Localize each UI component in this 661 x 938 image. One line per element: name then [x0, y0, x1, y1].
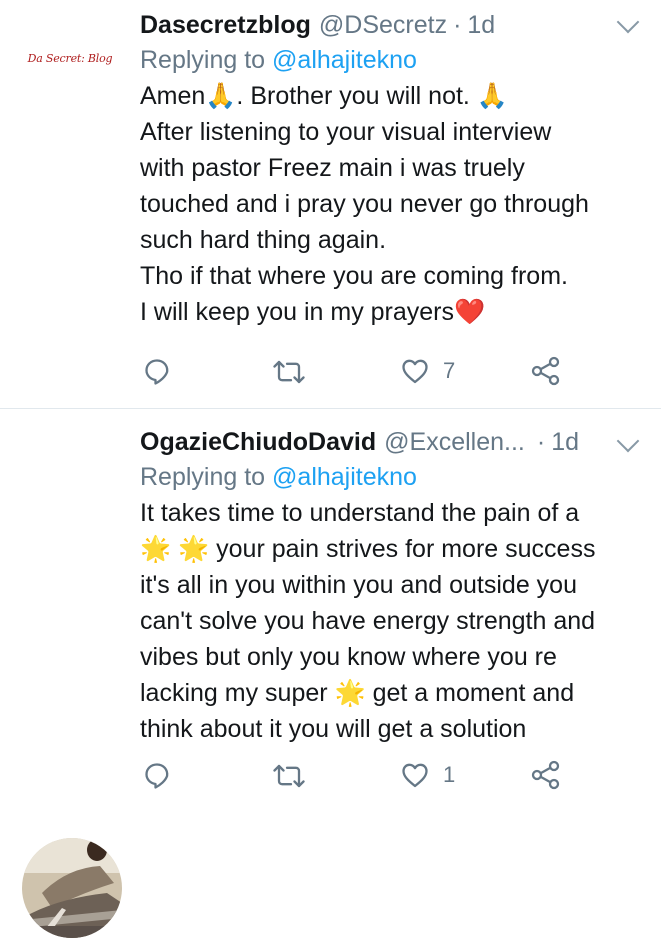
- tweet-line: can't solve you have energy strength and: [140, 607, 596, 635]
- tweet-line: with pastor Freez main i was truely: [140, 154, 525, 182]
- replying-to: Replying to @alhajitekno: [140, 459, 645, 495]
- retweet-icon: [273, 764, 305, 788]
- share-icon: [531, 356, 560, 386]
- author-handle[interactable]: @DSecretz: [319, 8, 447, 42]
- author-handle[interactable]: @Excellen...: [384, 425, 525, 459]
- like-button[interactable]: 7: [401, 358, 455, 384]
- avatar-dasecretzblog[interactable]: Da Secret: Blog: [20, 10, 120, 110]
- replying-to-label: Replying to: [140, 463, 266, 491]
- tweet-line: vibes but only you know where you re: [140, 643, 557, 671]
- tweet-line: such hard thing again.: [140, 226, 387, 254]
- tweet-1[interactable]: Da Secret: Blog Dasecretzblog @DSecretz …: [0, 0, 661, 409]
- replying-to-handle[interactable]: @alhajitekno: [272, 46, 417, 74]
- retweet-icon: [273, 360, 305, 384]
- tweet-content: Dasecretzblog @DSecretz · 1d Replying to…: [140, 8, 645, 330]
- tweet-header: Dasecretzblog @DSecretz · 1d: [140, 8, 645, 42]
- like-icon: [402, 763, 428, 788]
- tweet-line: think about it you will get a solution: [140, 715, 527, 743]
- like-count: 7: [443, 358, 456, 383]
- like-button[interactable]: 1: [401, 762, 455, 788]
- replying-to-handle[interactable]: @alhajitekno: [272, 463, 417, 491]
- tweet-text: It takes time to understand the pain of …: [140, 495, 645, 747]
- replying-to: Replying to @alhajitekno: [140, 42, 645, 78]
- timestamp[interactable]: 1d: [467, 8, 495, 42]
- retweet-button[interactable]: [273, 359, 305, 385]
- like-icon: [402, 359, 428, 384]
- tweet-line: it's all in you within you and outside y…: [140, 571, 577, 599]
- reply-icon: [145, 763, 169, 789]
- share-button[interactable]: [531, 356, 561, 386]
- avatar-ogaziechiudodavid[interactable]: [22, 838, 122, 938]
- separator-dot: ·: [536, 428, 546, 456]
- reply-button[interactable]: [143, 357, 171, 385]
- tweet-header: OgazieChiudoDavid @Excellen... · 1d: [140, 425, 645, 459]
- tweet-line: I will keep you in my prayers❤️: [140, 298, 486, 326]
- tweet-text: Amen🙏. Brother you will not. 🙏 After lis…: [140, 78, 645, 330]
- reply-button[interactable]: [143, 761, 171, 789]
- replying-to-label: Replying to: [140, 46, 266, 74]
- share-icon: [531, 760, 560, 790]
- tweet-line: After listening to your visual interview: [140, 118, 552, 146]
- tweet-line: It takes time to understand the pain of …: [140, 499, 580, 527]
- like-count: 1: [443, 762, 456, 787]
- avatar-photo: [22, 838, 122, 938]
- timestamp[interactable]: 1d: [551, 425, 579, 459]
- tweet-line: Tho if that where you are coming from.: [140, 262, 568, 290]
- tweet-line: 🌟 🌟 your pain strives for more success: [140, 535, 596, 563]
- tweet-line: Amen🙏. Brother you will not. 🙏: [140, 82, 508, 110]
- tweet-line: lacking my super 🌟 get a moment and: [140, 679, 575, 707]
- share-button[interactable]: [531, 760, 561, 790]
- tweet-line: touched and i pray you never go through: [140, 190, 589, 218]
- separator-dot: ·: [453, 11, 462, 39]
- retweet-button[interactable]: [273, 763, 305, 789]
- tweet-2[interactable]: OgazieChiudoDavid @Excellen... · 1d Repl…: [0, 409, 661, 938]
- author-name[interactable]: Dasecretzblog: [140, 8, 311, 42]
- avatar-logo-text: Da Secret: Blog: [27, 52, 113, 65]
- author-name[interactable]: OgazieChiudoDavid: [140, 425, 376, 459]
- tweet-content: OgazieChiudoDavid @Excellen... · 1d Repl…: [140, 425, 645, 747]
- reply-icon: [145, 359, 169, 385]
